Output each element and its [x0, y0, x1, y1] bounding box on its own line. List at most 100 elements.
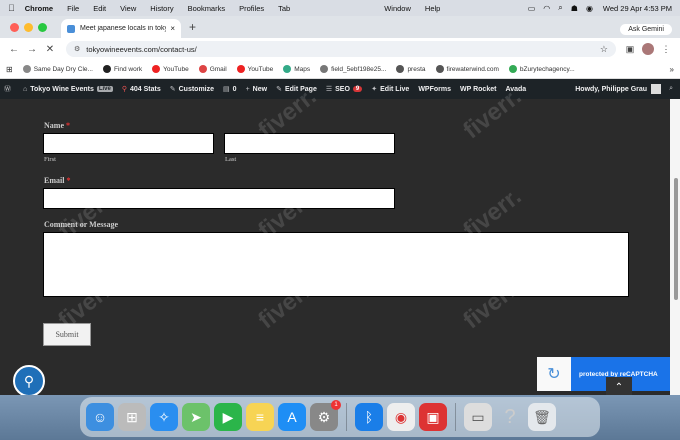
submit-button[interactable]: Submit: [43, 323, 91, 346]
bookmark-favicon-icon: [320, 65, 329, 73]
minimize-window-button[interactable]: [24, 22, 33, 32]
wp-seo[interactable]: ☰ SEO 9: [326, 85, 363, 93]
menu-tab[interactable]: Tab: [278, 4, 290, 13]
bluetooth-icon[interactable]: ᛒ: [355, 403, 383, 431]
new-tab-button[interactable]: +: [189, 18, 196, 38]
apps-grid-icon[interactable]: ⊞: [6, 65, 13, 74]
bookmark-item[interactable]: firewaterwind.com: [435, 65, 499, 73]
app-store-icon[interactable]: A: [278, 403, 306, 431]
bookmark-item[interactable]: Same Day Dry Cle...: [22, 65, 93, 73]
comment-textarea[interactable]: [43, 232, 629, 297]
wp-edit-live[interactable]: ✦ Edit Live: [371, 85, 409, 94]
photo-booth-icon[interactable]: ▣: [419, 403, 447, 431]
user-avatar[interactable]: [651, 84, 662, 94]
wp-wpforms[interactable]: WPForms: [418, 86, 451, 93]
siri-icon[interactable]: ◉: [586, 4, 593, 13]
wp-logo-icon[interactable]: Ⓦ: [4, 84, 14, 94]
user-switch-icon[interactable]: ☗: [571, 4, 578, 13]
address-bar[interactable]: ⚙ tokyowineevents.com/contact-us/ ☆: [66, 41, 616, 57]
wp-howdy-user[interactable]: Howdy, Philippe Grau: [575, 86, 647, 93]
facetime-icon[interactable]: ▶: [214, 403, 242, 431]
wp-comments[interactable]: ▤ 0: [223, 85, 237, 94]
wp-rocket[interactable]: WP Rocket: [460, 86, 496, 93]
bookmark-item[interactable]: YouTube: [152, 65, 189, 73]
chrome-tab-strip: Meet japanese locals in tokyo × + Ask Ge…: [0, 16, 680, 38]
menu-profiles[interactable]: Profiles: [239, 4, 264, 13]
wp-site-name[interactable]: ⌂ Tokyo Wine Events Live: [23, 86, 113, 93]
menu-app-name[interactable]: Chrome: [25, 4, 53, 13]
system-settings-icon[interactable]: ⚙ 1: [310, 400, 341, 431]
home-icon: ⌂: [23, 85, 28, 93]
dock-separator: [346, 403, 347, 431]
bookmark-item[interactable]: YouTube: [236, 65, 273, 73]
page-scrollbar-thumb[interactable]: [674, 178, 678, 300]
email-input[interactable]: [43, 188, 395, 209]
safari-icon[interactable]: ✧: [150, 403, 178, 431]
chrome-icon[interactable]: ◉: [387, 403, 415, 431]
finder-icon[interactable]: ☺: [86, 403, 114, 431]
wp-new[interactable]: + New: [246, 86, 268, 93]
maps-icon: [283, 65, 292, 73]
wp-edit-page[interactable]: ✎ Edit Page: [276, 85, 317, 94]
chevron-up-icon: ⌃: [614, 381, 624, 393]
back-arrow-icon[interactable]: ←: [6, 44, 22, 55]
stop-loading-icon[interactable]: ✕: [42, 44, 58, 55]
bookmark-item[interactable]: Find work: [102, 65, 142, 73]
tab-title: Meet japanese locals in tokyo: [80, 25, 167, 32]
menu-help[interactable]: Help: [425, 4, 440, 13]
more-menu-icon[interactable]: ⋮: [658, 44, 674, 55]
maps-icon[interactable]: ➤: [182, 403, 210, 431]
menu-view[interactable]: View: [120, 4, 136, 13]
spotlight-search-icon[interactable]: ⌕: [558, 3, 562, 13]
bookmark-item[interactable]: Gmail: [198, 65, 227, 73]
help-icon[interactable]: ?: [496, 403, 524, 431]
first-name-sublabel: First: [44, 156, 56, 163]
email-label: Email *: [44, 176, 71, 185]
accessibility-widget-button[interactable]: ⚲: [13, 365, 45, 397]
wp-customize[interactable]: ✎ Customize: [170, 85, 214, 94]
url-text[interactable]: tokyowineevents.com/contact-us/: [86, 45, 196, 54]
tab-close-icon[interactable]: ×: [170, 24, 175, 33]
menu-file[interactable]: File: [67, 4, 79, 13]
wp-avada[interactable]: Avada: [505, 86, 526, 93]
trash-icon[interactable]: 🗑: [528, 403, 556, 431]
bookmarks-overflow-icon[interactable]: »: [670, 65, 674, 74]
bookmark-item[interactable]: field_5ebf198e25...: [320, 65, 386, 73]
bookmark-star-icon[interactable]: ☆: [600, 44, 608, 55]
ask-gemini-button[interactable]: Ask Gemini: [620, 24, 672, 35]
recaptcha-logo-icon: ↻: [537, 357, 571, 391]
notes-icon[interactable]: ≡: [246, 403, 274, 431]
bookmark-favicon-icon: [435, 65, 444, 73]
control-center-icon[interactable]: ▭: [528, 4, 536, 13]
bookmark-item[interactable]: Maps: [283, 65, 310, 73]
screenshot-icon[interactable]: ▭: [464, 403, 492, 431]
recaptcha-badge[interactable]: ↻ protected by reCAPTCHA: [537, 357, 670, 391]
browser-tab-active[interactable]: Meet japanese locals in tokyo ×: [61, 19, 181, 38]
wp-404-stats[interactable]: ⚲ 404 Stats: [122, 85, 161, 94]
site-info-icon[interactable]: ⚙: [74, 45, 80, 53]
sidebar-panel-icon[interactable]: ▣: [622, 44, 638, 55]
wifi-icon[interactable]: ◠: [543, 4, 550, 13]
bookmark-item[interactable]: presta: [396, 65, 426, 73]
last-name-input[interactable]: [224, 133, 395, 154]
comment-label: Comment or Message: [44, 220, 119, 229]
bookmark-item[interactable]: bZurytechagency...: [508, 65, 575, 73]
menu-edit[interactable]: Edit: [93, 4, 106, 13]
close-window-button[interactable]: [10, 22, 19, 32]
menu-history[interactable]: History: [150, 4, 173, 13]
forward-arrow-icon[interactable]: →: [24, 44, 40, 55]
menu-window[interactable]: Window: [384, 4, 411, 13]
zoom-window-button[interactable]: [38, 22, 47, 32]
apple-menu-icon[interactable]: : [8, 3, 15, 13]
window-controls: [0, 16, 57, 38]
scroll-to-top-button[interactable]: ⌃: [606, 377, 632, 397]
browser-toolbar: ← → ✕ ⚙ tokyowineevents.com/contact-us/ …: [0, 38, 680, 60]
menubar-datetime[interactable]: Wed 29 Apr 4:53 PM: [603, 4, 672, 13]
search-icon[interactable]: ⌕: [669, 85, 673, 93]
dock-separator: [455, 403, 456, 431]
first-name-input[interactable]: [43, 133, 214, 154]
profile-avatar[interactable]: [642, 43, 654, 55]
bookmark-favicon-icon: [396, 65, 405, 73]
launchpad-icon[interactable]: ⊞: [118, 403, 146, 431]
menu-bookmarks[interactable]: Bookmarks: [188, 4, 226, 13]
